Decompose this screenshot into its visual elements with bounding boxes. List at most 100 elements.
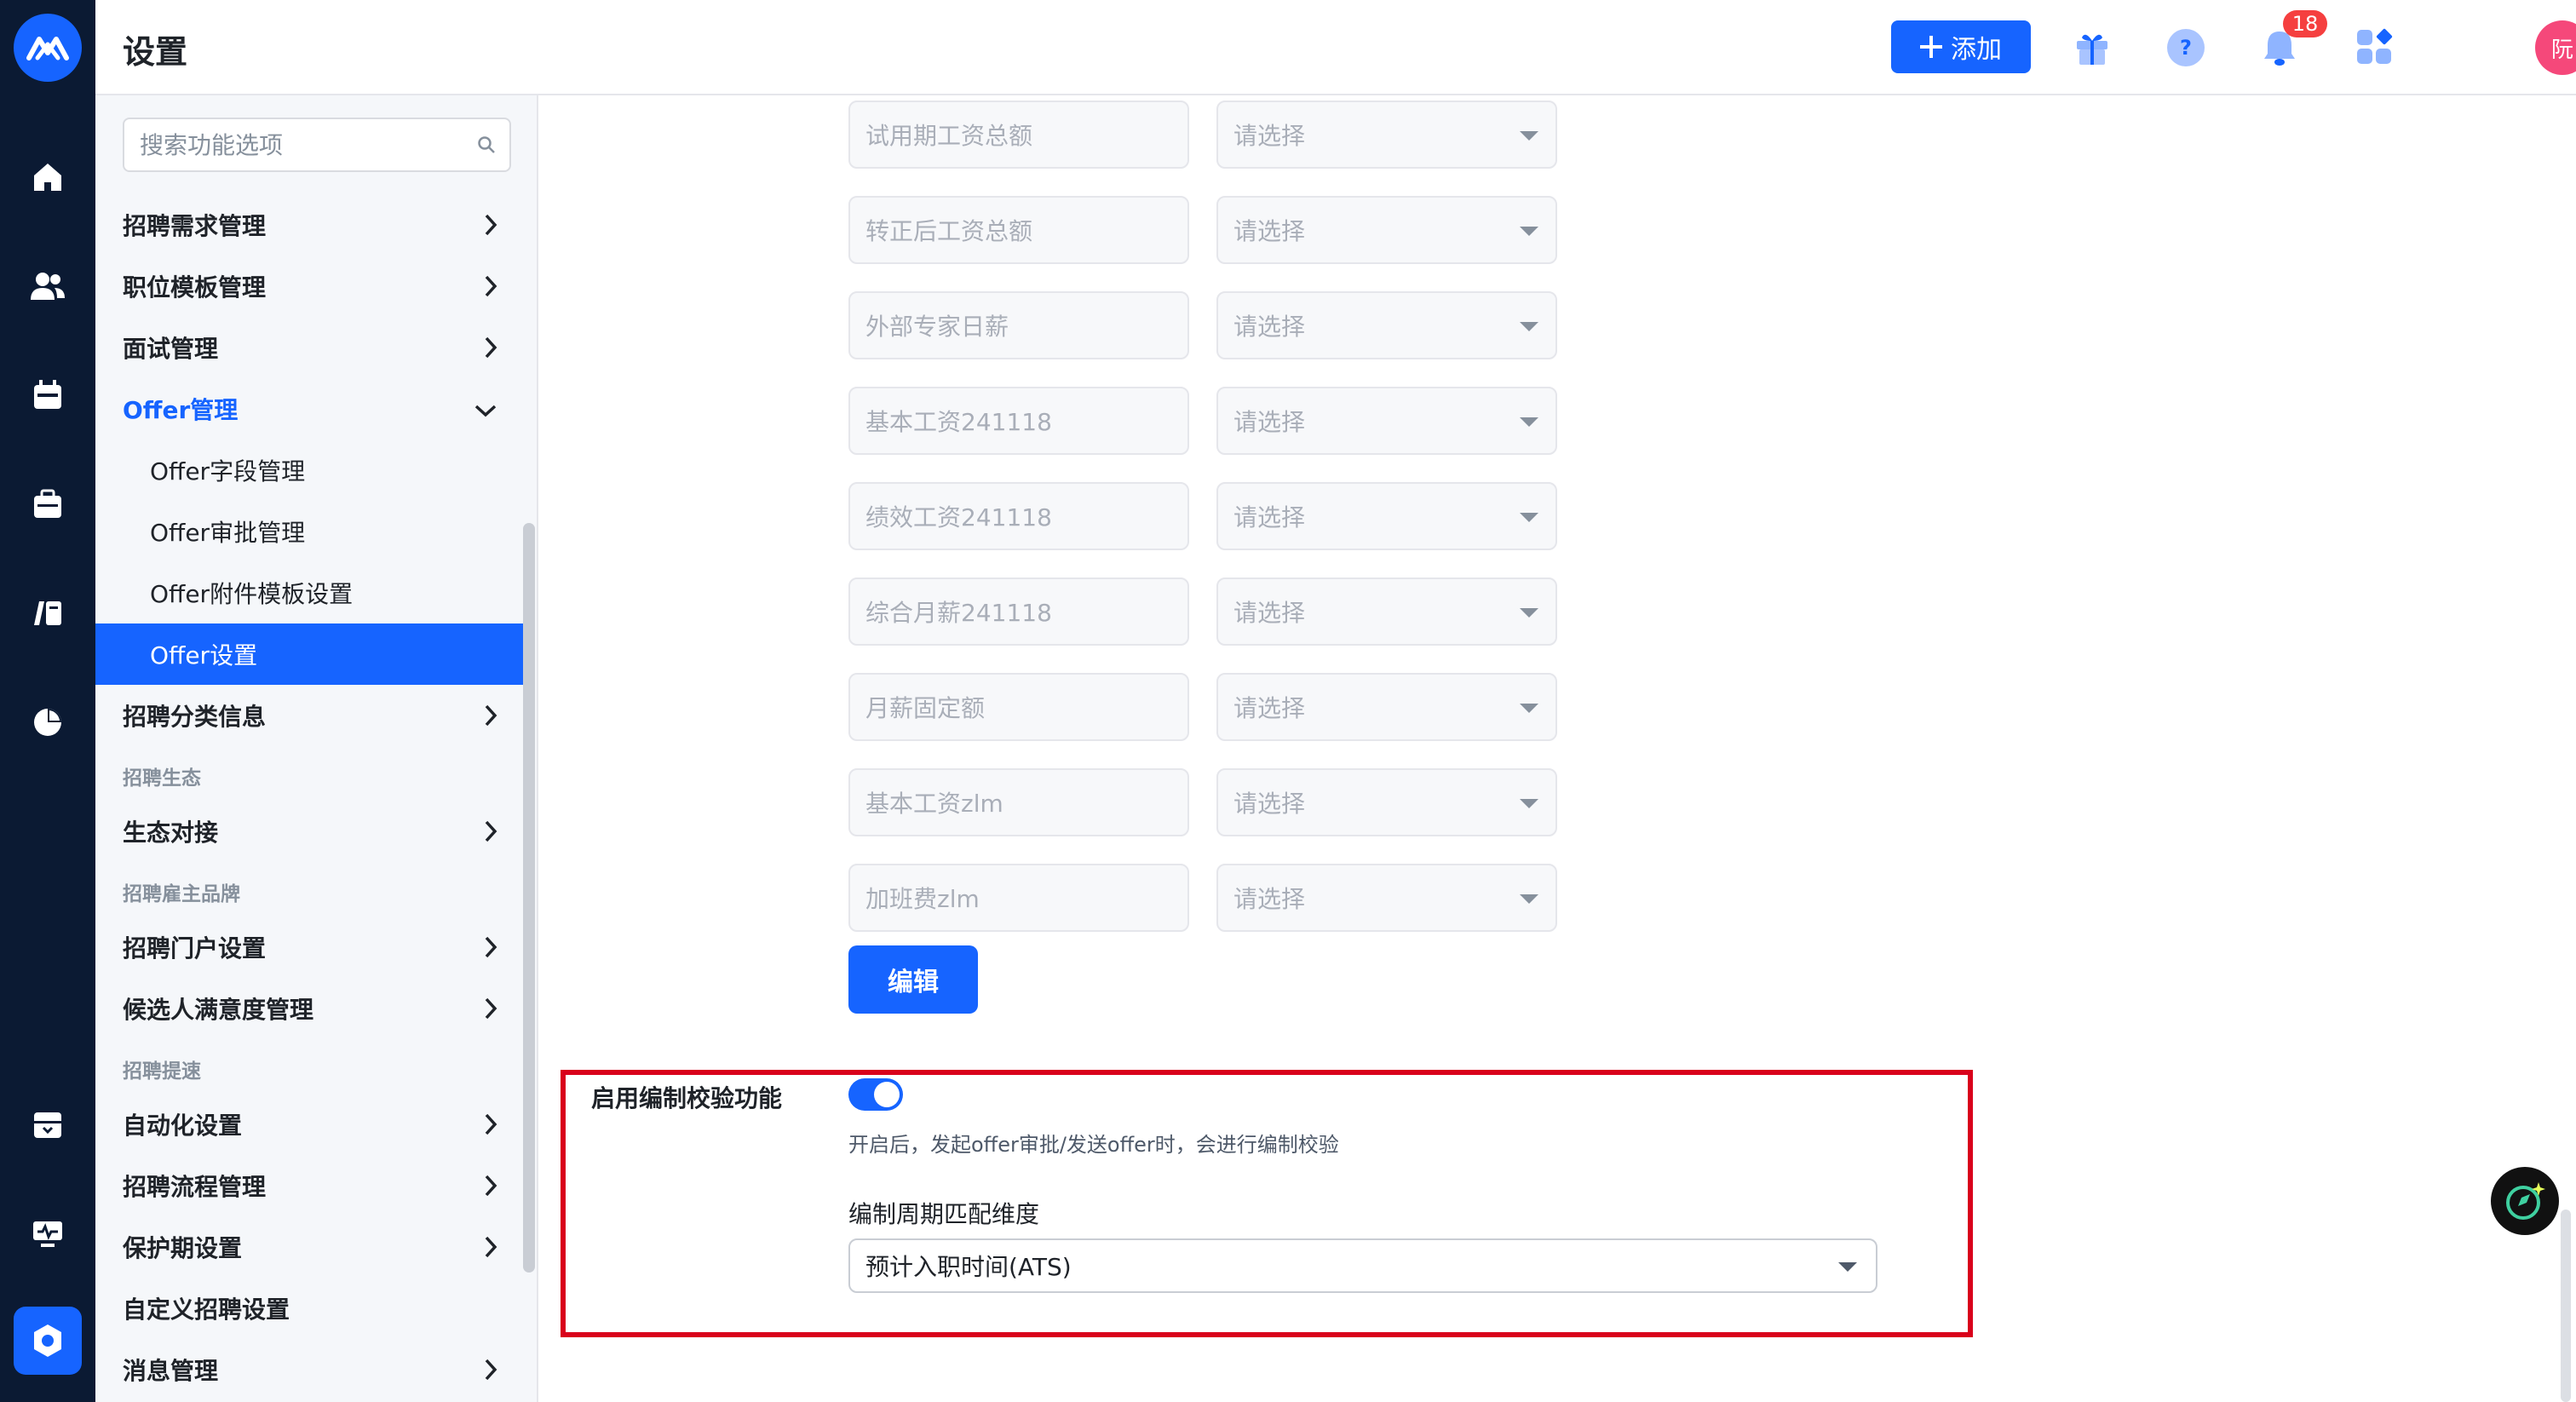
chevron-right-icon [485,704,497,727]
archive-icon[interactable] [24,1100,72,1148]
sidebar-item-label: Offer管理 [123,396,239,424]
field-select[interactable]: 请选择 [1216,387,1557,455]
caret-down-icon [1520,799,1538,808]
field-name-input: 月薪固定额 [848,673,1189,741]
field-name-input: 转正后工资总额 [848,196,1189,264]
calendar-icon[interactable] [24,371,72,419]
chevron-right-icon [485,336,497,359]
sidebar-item-portal[interactable]: 招聘门户设置 [95,916,525,978]
field-name-input: 综合月薪241118 [848,577,1189,646]
chevron-right-icon [485,275,497,297]
sidebar-item-automation[interactable]: 自动化设置 [95,1094,525,1155]
group-label-ecosystem: 招聘生态 [123,767,201,790]
caret-down-icon [1520,704,1538,713]
field-select[interactable]: 请选择 [1216,101,1557,169]
sidebar-item-offer-attachment[interactable]: Offer附件模板设置 [95,562,525,623]
field-name-input: 加班费zlm [848,864,1189,932]
sidebar-item-interview[interactable]: 面试管理 [95,317,525,378]
book-icon[interactable] [24,589,72,637]
sidebar-item-label: 招聘门户设置 [123,934,267,962]
caret-down-icon [1520,417,1538,427]
select-placeholder: 请选择 [1233,122,1306,150]
home-icon[interactable] [24,153,72,201]
select-placeholder: 请选择 [1233,408,1306,436]
sidebar-item-label: 自动化设置 [123,1112,243,1140]
select-placeholder: 请选择 [1233,217,1306,245]
sidebar-item-offer-settings[interactable]: Offer设置 [95,623,525,685]
select-placeholder: 请选择 [1233,313,1306,341]
caret-down-icon [1520,322,1538,331]
select-placeholder: 请选择 [1233,790,1306,818]
sidebar-item-offer[interactable]: Offer管理 [95,378,525,440]
sidebar-item-offer-approval[interactable]: Offer审批管理 [95,501,525,562]
sidebar-item-messages[interactable]: 消息管理 [95,1339,525,1400]
logo-icon[interactable] [14,14,82,82]
top-header: 设置 添加 ? 18 阮 [95,0,2576,95]
search-input[interactable] [138,129,477,160]
add-button[interactable]: 添加 [1891,20,2031,73]
field-row: 外部专家日薪 请选择 [848,291,1557,359]
caret-down-icon [1520,131,1538,141]
field-name-input: 基本工资241118 [848,387,1189,455]
avatar[interactable]: 阮 [2535,20,2576,75]
select-placeholder: 请选择 [1233,599,1306,627]
field-name-input: 试用期工资总额 [848,101,1189,169]
search-icon[interactable] [477,135,496,154]
chevron-right-icon [485,997,497,1020]
group-label-speedup: 招聘提速 [123,1060,201,1083]
chevron-right-icon [485,936,497,958]
sidebar-item-requisition[interactable]: 招聘需求管理 [95,194,525,256]
pie-chart-icon[interactable] [24,698,72,746]
chevron-right-icon [485,1113,497,1135]
field-row: 加班费zlm 请选择 [848,864,1557,932]
briefcase-icon[interactable] [24,480,72,528]
monitor-icon[interactable] [24,1210,72,1257]
chevron-right-icon [485,1175,497,1197]
sidebar-item-eco-integration[interactable]: 生态对接 [95,801,525,862]
field-select[interactable]: 请选择 [1216,291,1557,359]
ai-assistant-icon[interactable] [2491,1167,2559,1235]
sidebar-item-satisfaction[interactable]: 候选人满意度管理 [95,978,525,1039]
notification-badge: 18 [2283,10,2327,37]
settings-icon[interactable] [14,1307,82,1375]
field-row: 月薪固定额 请选择 [848,673,1557,741]
field-select[interactable]: 请选择 [1216,768,1557,836]
group-label-employer-brand: 招聘雇主品牌 [123,883,240,905]
sidebar-item-label: 面试管理 [123,335,219,363]
users-icon[interactable] [24,262,72,310]
caret-down-icon [1838,1262,1857,1272]
sidebar-item-label: 招聘分类信息 [123,703,267,731]
field-select[interactable]: 请选择 [1216,673,1557,741]
toggle-knob [874,1082,900,1107]
sidebar-item-label: 候选人满意度管理 [123,996,314,1024]
headcount-check-hint: 开启后，发起offer审批/发送offer时，会进行编制校验 [848,1133,1339,1157]
sidebar-scrollbar[interactable] [523,523,535,1273]
sidebar-item-job-template[interactable]: 职位模板管理 [95,256,525,317]
field-select[interactable]: 请选择 [1216,482,1557,550]
field-row: 绩效工资241118 请选择 [848,482,1557,550]
headcount-check-toggle[interactable] [848,1078,903,1111]
field-row: 基本工资241118 请选择 [848,387,1557,455]
sidebar-item-process[interactable]: 招聘流程管理 [95,1155,525,1216]
sidebar-item-protection[interactable]: 保护期设置 [95,1216,525,1278]
sidebar-item-category[interactable]: 招聘分类信息 [95,685,525,746]
caret-down-icon [1520,894,1538,904]
gift-icon[interactable] [2068,24,2116,72]
search-box [123,118,511,172]
sidebar-item-offer-fields[interactable]: Offer字段管理 [95,440,525,501]
period-dimension-select[interactable]: 预计入职时间(ATS) [848,1238,1877,1293]
sidebar-item-label: 职位模板管理 [123,273,267,302]
field-row: 转正后工资总额 请选择 [848,196,1557,264]
field-name-input: 绩效工资241118 [848,482,1189,550]
help-icon[interactable]: ? [2162,24,2210,72]
field-select[interactable]: 请选择 [1216,577,1557,646]
field-select[interactable]: 请选择 [1216,196,1557,264]
apps-icon[interactable] [2351,24,2399,72]
content-scrollbar[interactable] [2561,1210,2571,1402]
field-name-input: 外部专家日薪 [848,291,1189,359]
edit-button[interactable]: 编辑 [848,945,978,1014]
field-name-input: 基本工资zlm [848,768,1189,836]
field-row: 基本工资zlm 请选择 [848,768,1557,836]
field-select[interactable]: 请选择 [1216,864,1557,932]
sidebar-item-custom[interactable]: 自定义招聘设置 [95,1278,525,1339]
